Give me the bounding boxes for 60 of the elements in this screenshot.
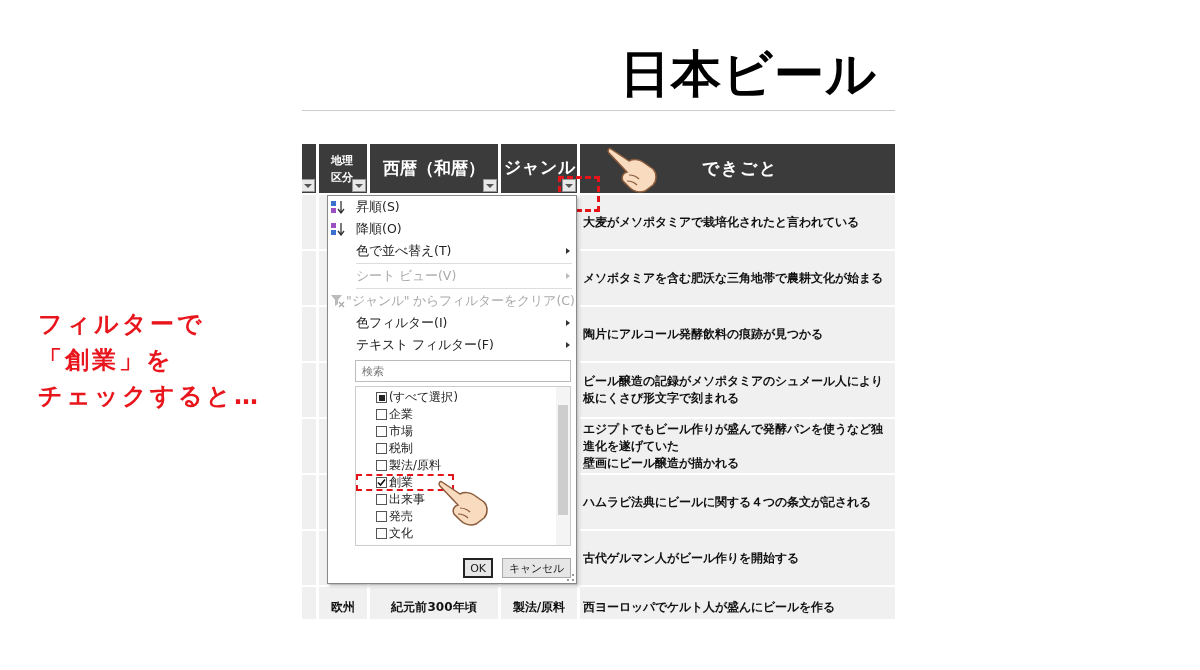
cancel-button[interactable]: キャンセル	[502, 558, 571, 578]
table-cell: 紀元前300年頃	[370, 587, 498, 619]
submenu-arrow-icon	[566, 320, 570, 326]
checkbox[interactable]	[376, 426, 387, 437]
pointing-hand-icon	[438, 478, 488, 526]
checkbox[interactable]	[376, 511, 387, 522]
table-cell: エジプトでもビール作りが盛んで発酵パンを使うなど独 進化を遂げていた 壁画にビール醸造が描かれる	[580, 419, 895, 473]
header-label: ジャンル	[504, 156, 576, 179]
checkbox-item[interactable]: 出来事	[376, 491, 425, 508]
table-cell: 陶片にアルコール発酵飲料の痕跡が見つかる	[580, 307, 895, 361]
table-cell: 西ヨーロッパでケルト人が盛んにビールを作る	[580, 587, 895, 619]
filter-dropdown-button[interactable]	[483, 179, 497, 192]
header-label: 地理区分	[331, 152, 354, 186]
menu-item[interactable]: テキスト フィルター(F)	[328, 334, 570, 356]
sort-icon	[330, 222, 346, 236]
resize-grip-icon[interactable]	[567, 574, 574, 581]
table-cell: 欧州	[319, 587, 367, 619]
checkbox[interactable]	[376, 409, 387, 420]
checkbox[interactable]	[376, 392, 387, 403]
menu-item[interactable]: 色フィルター(I)	[328, 312, 570, 334]
filter-dropdown-button[interactable]	[302, 179, 315, 192]
checkbox[interactable]	[376, 460, 387, 471]
checkbox[interactable]	[376, 443, 387, 454]
filter-dropdown-button[interactable]	[562, 179, 576, 192]
table-cell: ビール醸造の記録がメソポタミアのシュメール人により 板にくさび形文字で刻まれる	[580, 363, 895, 417]
clear-filter-icon	[330, 294, 346, 308]
table-cell: 製法/原料	[501, 587, 577, 619]
filter-dropdown-button[interactable]	[352, 179, 366, 192]
search-field[interactable]: 検索	[355, 360, 571, 382]
table-cell: 古代ゲルマン人がビール作りを開始する	[580, 531, 895, 585]
annotation-text: フィルターで	[38, 309, 205, 340]
header-label: 西暦（和暦）	[383, 157, 485, 180]
checkbox-item[interactable]: 企業	[376, 406, 413, 423]
submenu-arrow-icon	[566, 342, 570, 348]
ok-button[interactable]: OK	[463, 558, 493, 578]
submenu-arrow-icon	[566, 248, 570, 254]
checkbox-item[interactable]: (すべて選択)	[376, 389, 458, 406]
header-label: できごと	[702, 157, 778, 180]
menu-item[interactable]: 降順(O)	[328, 218, 570, 240]
checkbox[interactable]	[376, 494, 387, 505]
checkbox-item[interactable]: 製法/原料	[376, 457, 441, 474]
checkbox[interactable]	[376, 528, 387, 539]
annotation-text: チェックすると…	[38, 381, 261, 412]
table-cell: 大麦がメソポタミアで栽培化されたと言われている	[580, 195, 895, 249]
checkbox[interactable]	[376, 477, 387, 488]
checkbox-item[interactable]: 税制	[376, 440, 413, 457]
checkbox-item[interactable]: 創業	[376, 474, 413, 491]
scrollbar[interactable]	[556, 387, 570, 545]
table-cell: ハムラビ法典にビールに関する４つの条文が記される	[580, 475, 895, 529]
menu-item[interactable]: 昇順(S)	[328, 196, 570, 218]
checkbox-item[interactable]: 発売	[376, 508, 413, 525]
menu-item[interactable]: 色で並べ替え(T)	[328, 240, 570, 262]
checkbox-item[interactable]: 市場	[376, 423, 413, 440]
table-cell: メソボタミアを含む肥沃な三角地帯で農耕文化が始まる	[580, 251, 895, 305]
annotation-text: 「創業」を	[38, 345, 174, 376]
slide-title: 日本ビール	[620, 46, 877, 102]
pointing-hand-icon	[607, 145, 657, 193]
checkbox-item[interactable]: 文化	[376, 525, 413, 542]
submenu-arrow-icon	[566, 273, 570, 279]
sort-icon	[330, 200, 346, 214]
